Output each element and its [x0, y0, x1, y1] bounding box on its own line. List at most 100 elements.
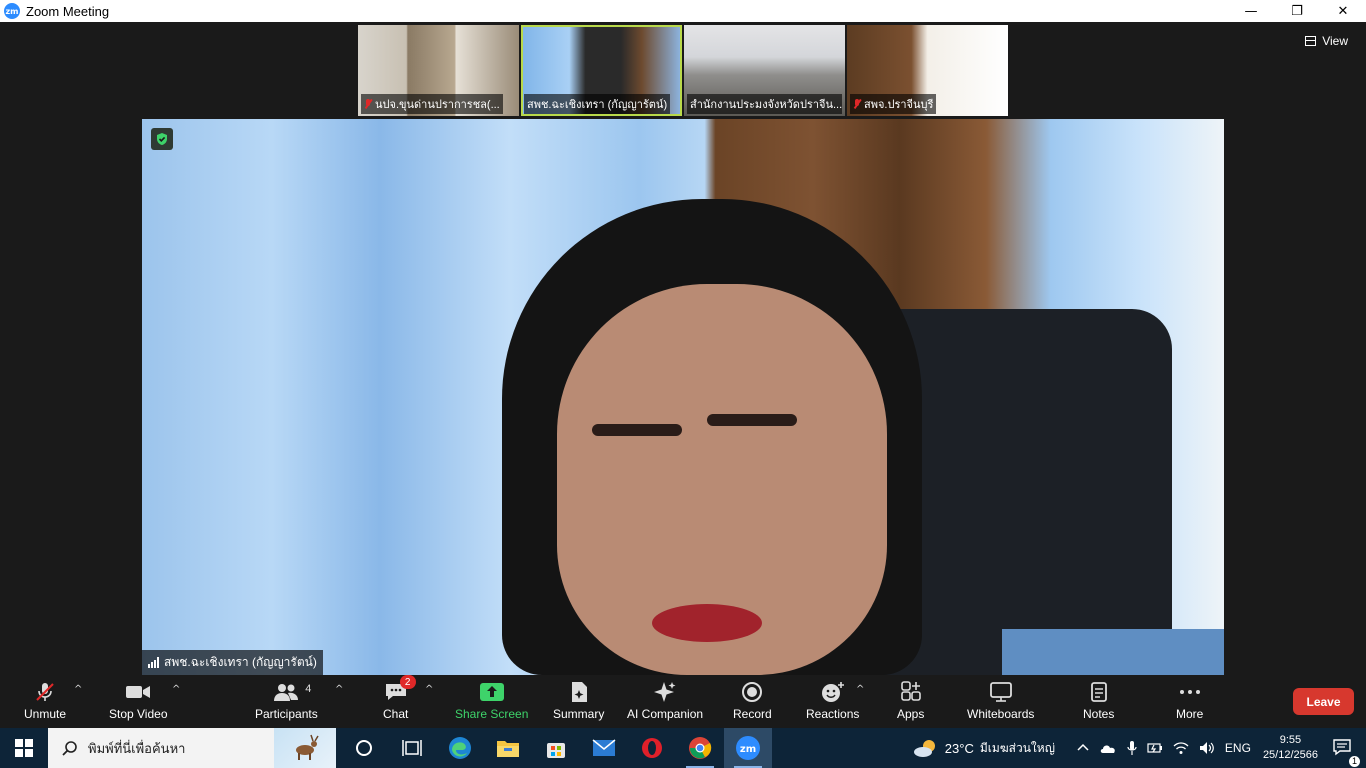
- thumbnail-strip: นปจ.ขุนด่านปราการชล(... สพช.ฉะเชิงเทรา (…: [358, 25, 1008, 116]
- chat-label: Chat: [383, 707, 409, 721]
- zoom-icon: zm: [736, 736, 760, 760]
- unmute-label: Unmute: [24, 707, 67, 721]
- participant-thumbnail[interactable]: สำนักงานประมงจังหวัดปราจีน...: [684, 25, 845, 116]
- view-button[interactable]: View: [1305, 34, 1348, 48]
- mic-muted-icon: [853, 99, 861, 109]
- video-person-brow: [592, 424, 682, 436]
- participant-thumbnail[interactable]: สพจ.ปราจีนบุรี: [847, 25, 1008, 116]
- weather-description: มีเมฆส่วนใหญ่: [979, 740, 1055, 755]
- close-button[interactable]: ✕: [1320, 0, 1366, 22]
- stop-video-button[interactable]: Stop Video: [109, 681, 168, 721]
- thumbnail-label: สพจ.ปราจีนบุรี: [850, 94, 937, 114]
- view-label: View: [1322, 34, 1348, 48]
- window-controls: — ❐ ✕: [1228, 0, 1366, 22]
- mail-app[interactable]: [580, 728, 628, 768]
- speaker-name: สพช.ฉะเชิงเทรา (กัญญารัตน์): [164, 655, 317, 669]
- participant-thumbnail-active[interactable]: สพช.ฉะเชิงเทรา (กัญญารัตน์): [521, 25, 682, 116]
- weather-widget[interactable]: 23°C มีเมฆส่วนใหญ่: [913, 738, 1055, 758]
- microphone-muted-icon: [34, 681, 56, 703]
- reactions-button[interactable]: Reactions: [806, 681, 859, 721]
- apps-label: Apps: [897, 707, 925, 721]
- thumbnail-name: นปจ.ขุนด่านปราการชล(...: [375, 99, 500, 111]
- thumbnail-name: สพช.ฉะเชิงเทรา (กัญญารัตน์): [527, 99, 668, 111]
- audio-options-caret-icon[interactable]: ^: [74, 684, 82, 695]
- cortana-icon: [356, 740, 372, 756]
- whiteboard-icon: [989, 681, 1013, 703]
- notes-icon: [1089, 681, 1109, 703]
- record-button[interactable]: Record: [733, 681, 772, 721]
- window-title: Zoom Meeting: [26, 3, 110, 19]
- notification-count: 1: [1349, 755, 1360, 767]
- search-placeholder: พิมพ์ที่นี่เพื่อค้นหา: [88, 740, 186, 756]
- clock-time: 9:55: [1279, 734, 1302, 746]
- chat-options-caret-icon[interactable]: ^: [425, 684, 433, 695]
- share-screen-button[interactable]: Share Screen: [455, 681, 528, 721]
- record-label: Record: [733, 707, 772, 721]
- summary-button[interactable]: Summary: [553, 681, 604, 721]
- chat-unread-badge: 2: [399, 675, 416, 689]
- onedrive-cloud-icon[interactable]: [1099, 742, 1117, 754]
- taskbar-clock[interactable]: 9:55 25/12/2566: [1263, 733, 1318, 763]
- encryption-shield-icon[interactable]: [151, 128, 173, 150]
- summary-icon: [569, 681, 589, 703]
- svg-text:zm: zm: [740, 744, 756, 755]
- video-person-brow: [707, 414, 797, 426]
- notes-button[interactable]: Notes: [1083, 681, 1114, 721]
- stop-video-label: Stop Video: [109, 707, 168, 721]
- input-language[interactable]: ENG: [1225, 741, 1251, 755]
- taskbar-search-box[interactable]: พิมพ์ที่นี่เพื่อค้นหา: [48, 728, 336, 768]
- video-person-lips: [652, 604, 762, 642]
- unmute-button[interactable]: Unmute: [24, 681, 66, 721]
- more-button[interactable]: More: [1176, 681, 1203, 721]
- chat-icon: 2: [384, 675, 416, 703]
- participants-count: 4: [305, 683, 312, 695]
- mail-icon: [592, 739, 616, 756]
- whiteboards-label: Whiteboards: [967, 707, 1035, 721]
- weather-temperature: 23°C: [944, 740, 974, 756]
- opera-app[interactable]: [628, 728, 676, 768]
- chat-button[interactable]: 2 Chat: [383, 675, 416, 721]
- meeting-toolbar: Unmute ^ Stop Video ^ 4 Participants ^ 2…: [0, 675, 1366, 728]
- action-center-button[interactable]: 1: [1332, 738, 1360, 767]
- more-label: More: [1176, 707, 1204, 721]
- minimize-button[interactable]: —: [1228, 0, 1274, 22]
- microsoft-store-app[interactable]: [532, 728, 580, 768]
- zoom-app[interactable]: zm: [724, 728, 772, 768]
- participant-thumbnail[interactable]: นปจ.ขุนด่านปราการชล(...: [358, 25, 519, 116]
- thumbnail-label: สำนักงานประมงจังหวัดปราจีน...: [687, 94, 842, 114]
- chrome-app[interactable]: [676, 728, 724, 768]
- microphone-icon[interactable]: [1127, 740, 1137, 756]
- reactions-options-caret-icon[interactable]: ^: [856, 684, 864, 695]
- participants-button[interactable]: 4 Participants: [255, 681, 318, 721]
- summary-label: Summary: [553, 707, 605, 721]
- task-view-button[interactable]: [388, 728, 436, 768]
- wifi-icon[interactable]: [1173, 741, 1189, 755]
- chevron-up-icon[interactable]: [1077, 742, 1089, 754]
- notes-label: Notes: [1083, 707, 1115, 721]
- whiteboards-button[interactable]: Whiteboards: [967, 681, 1034, 721]
- chrome-icon: [689, 737, 712, 759]
- restore-button[interactable]: ❐: [1274, 0, 1320, 22]
- file-explorer-icon: [497, 741, 519, 757]
- share-screen-label: Share Screen: [455, 707, 529, 721]
- battery-icon[interactable]: [1147, 742, 1163, 754]
- active-speaker-video[interactable]: สพช.ฉะเชิงเทรา (กัญญารัตน์): [142, 119, 1224, 675]
- title-bar: zm Zoom Meeting — ❐ ✕: [0, 0, 1366, 22]
- ai-companion-button[interactable]: AI Companion: [627, 681, 703, 721]
- reactions-label: Reactions: [806, 707, 860, 721]
- windows-start-button[interactable]: [0, 728, 48, 768]
- volume-icon[interactable]: [1199, 741, 1215, 755]
- leave-button[interactable]: Leave: [1293, 688, 1354, 715]
- apps-button[interactable]: Apps: [897, 681, 924, 721]
- windows-logo-icon: [15, 739, 33, 757]
- participants-icon: 4: [273, 681, 311, 703]
- ai-companion-label: AI Companion: [627, 707, 704, 721]
- thumbnail-name: สพจ.ปราจีนบุรี: [864, 99, 934, 111]
- file-explorer-app[interactable]: [484, 728, 532, 768]
- edge-app[interactable]: [436, 728, 484, 768]
- video-options-caret-icon[interactable]: ^: [172, 684, 180, 695]
- thumbnail-name: สำนักงานประมงจังหวัดปราจีน...: [690, 99, 842, 111]
- cortana-button[interactable]: [340, 728, 388, 768]
- microsoft-store-icon: [547, 743, 565, 758]
- participants-options-caret-icon[interactable]: ^: [335, 684, 343, 695]
